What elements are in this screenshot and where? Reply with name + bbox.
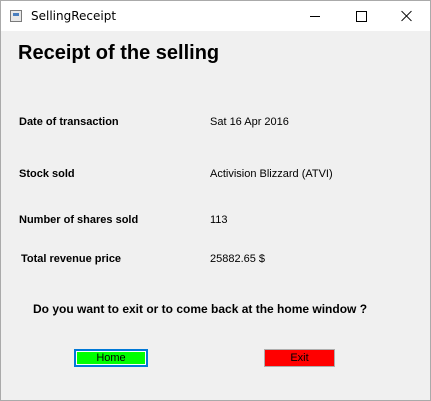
selling-receipt-window: SellingReceipt Receipt of the selling Da… (0, 0, 431, 401)
shares-label: Number of shares sold (19, 214, 139, 226)
revenue-label: Total revenue price (21, 253, 122, 265)
page-title: Receipt of the selling (18, 42, 220, 64)
exit-button[interactable]: Exit (264, 349, 335, 367)
window-title: SellingReceipt (31, 9, 117, 23)
form-icon (10, 10, 22, 22)
minimize-button[interactable] (292, 1, 338, 31)
minimize-icon (310, 15, 320, 17)
close-icon (401, 10, 413, 22)
date-label: Date of transaction (19, 116, 119, 128)
home-button[interactable]: Home (74, 349, 148, 367)
maximize-icon (355, 10, 367, 22)
close-button[interactable] (384, 1, 430, 31)
stock-value: Activision Blizzard (ATVI) (210, 168, 333, 180)
revenue-value: 25882.65 $ (210, 253, 266, 265)
title-bar[interactable]: SellingReceipt (1, 1, 430, 31)
date-value: Sat 16 Apr 2016 (210, 116, 289, 128)
maximize-button[interactable] (338, 1, 384, 31)
exit-question: Do you want to exit or to come back at t… (33, 302, 368, 316)
exit-button-label: Exit (290, 352, 309, 364)
stock-label: Stock sold (19, 168, 75, 180)
home-button-label: Home (96, 352, 126, 364)
shares-value: 113 (210, 214, 228, 226)
